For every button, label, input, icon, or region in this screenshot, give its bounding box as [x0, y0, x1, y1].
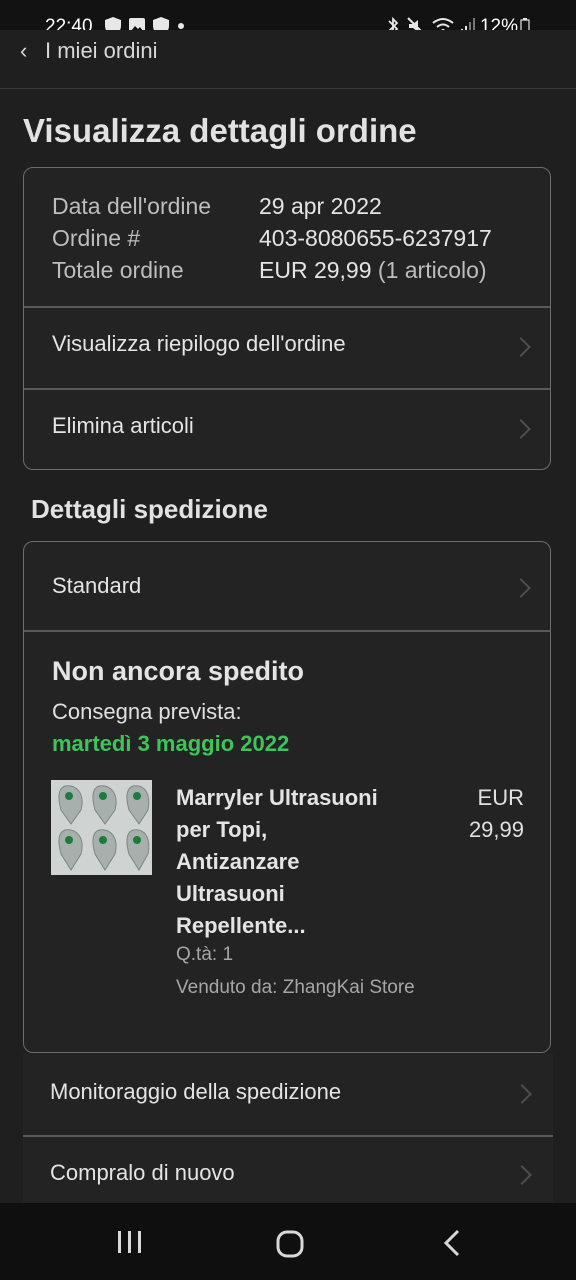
divider: [24, 630, 550, 632]
chevron-right-icon: [511, 419, 531, 439]
back-link[interactable]: I miei ordini: [45, 38, 157, 64]
order-item-count: (1 articolo): [377, 257, 487, 283]
back-icon[interactable]: [442, 1229, 462, 1262]
chevron-right-icon: [511, 578, 531, 598]
order-info: Data dell'ordine 29 apr 2022 Ordine # 40…: [52, 190, 492, 286]
delete-items-label: Elimina articoli: [52, 413, 194, 438]
product-price: EUR 29,99: [468, 785, 524, 842]
order-info-card: Data dell'ordine 29 apr 2022 Ordine # 40…: [23, 167, 551, 470]
order-number-label: Ordine #: [52, 225, 141, 251]
product-thumbnail[interactable]: [51, 780, 152, 875]
order-number-value: 403-8080655-6237917: [259, 225, 492, 251]
delivery-label: Consegna prevista:: [52, 699, 242, 724]
chevron-right-icon: [511, 337, 531, 357]
shipping-method: Standard: [52, 573, 142, 598]
track-shipment-link[interactable]: Monitoraggio della spedizione: [50, 1079, 341, 1105]
order-total-value: EUR 29,99 (1 articolo): [259, 257, 487, 283]
buy-again-link[interactable]: Compralo di nuovo: [50, 1160, 235, 1186]
shipping-card: Standard Non ancora spedito Consegna pre…: [23, 541, 551, 1053]
order-summary-link[interactable]: Visualizza riepilogo dell'ordine: [24, 307, 550, 388]
shipping-section-title: Dettagli spedizione: [31, 494, 268, 524]
shipment-actions: Monitoraggio della spedizione Compralo d…: [23, 1053, 553, 1203]
order-summary-label: Visualizza riepilogo dell'ordine: [52, 331, 346, 356]
chevron-right-icon: [512, 1084, 532, 1104]
chevron-right-icon: [512, 1165, 532, 1185]
product-title[interactable]: Marryler Ultrasuoni per Topi, Antizanzar…: [176, 782, 416, 942]
divider: [23, 1135, 553, 1137]
system-navigation-bar: [0, 1203, 576, 1280]
delete-items-link[interactable]: Elimina articoli: [24, 389, 550, 469]
delivery-date: martedì 3 maggio 2022: [52, 731, 290, 756]
back-chevron-icon[interactable]: ‹: [20, 38, 27, 64]
product-seller: Venduto da: ZhangKai Store: [176, 977, 415, 998]
top-navigation: ‹ I miei ordini: [0, 30, 576, 89]
shipment-status: Non ancora spedito: [52, 656, 305, 686]
order-total-label: Totale ordine: [52, 257, 184, 283]
recent-apps-icon[interactable]: [116, 1229, 144, 1260]
order-date-label: Data dell'ordine: [52, 193, 212, 219]
page-title: Visualizza dettagli ordine: [23, 112, 417, 149]
home-icon[interactable]: [275, 1229, 305, 1264]
shipping-method-row[interactable]: Standard: [24, 542, 550, 630]
order-date-value: 29 apr 2022: [259, 193, 382, 219]
product-quantity: Q.tà: 1: [176, 944, 234, 965]
